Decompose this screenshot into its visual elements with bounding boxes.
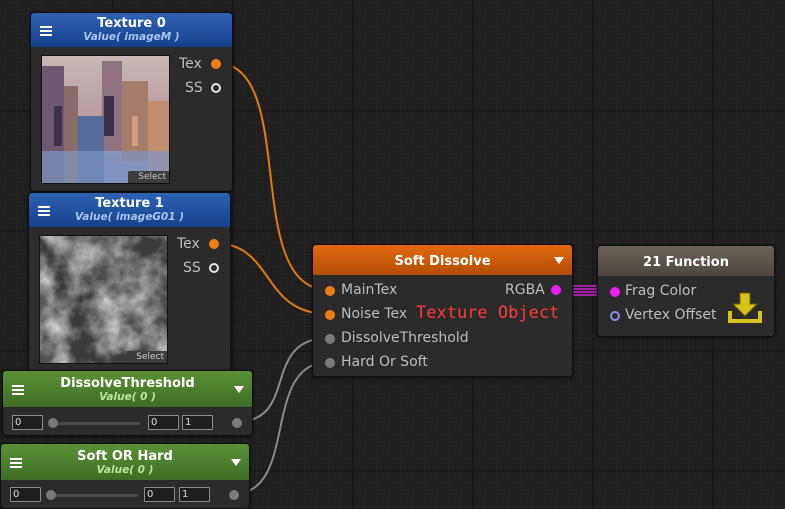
texture1-node[interactable]: Texture 1 Value( imageG01 ) Select Tex S… (28, 192, 231, 372)
rgba-output-label: RGBA (505, 282, 545, 298)
max-field[interactable]: 1 (182, 415, 213, 430)
texture0-select-button[interactable]: Select (128, 171, 169, 183)
download-tray-icon[interactable] (727, 291, 763, 325)
soft-or-hard-node[interactable]: Soft OR Hard Value( 0 ) 0 0 1 (0, 443, 250, 509)
node-subtitle: Value( imageG01 ) (75, 211, 184, 223)
slider-thumb[interactable] (46, 490, 56, 500)
softorhard-output-port[interactable] (229, 490, 239, 500)
node-title: Texture 1 (95, 196, 164, 211)
texture1-header[interactable]: Texture 1 Value( imageG01 ) (29, 193, 230, 227)
hardorsoft-input-label: Hard Or Soft (341, 354, 428, 370)
node-title: Soft OR Hard (77, 449, 173, 464)
min-field[interactable]: 0 (148, 415, 179, 430)
hamburger-icon[interactable] (10, 458, 22, 470)
city-painting-image (42, 56, 169, 183)
slider-track[interactable] (49, 422, 140, 425)
function-output-node[interactable]: 21 Function Frag Color Vertex Offset (597, 245, 775, 337)
hardorsoft-input-port[interactable] (325, 358, 335, 368)
dissolvethreshold-input-label: DissolveThreshold (341, 330, 469, 346)
hamburger-icon[interactable] (40, 26, 52, 38)
node-subtitle: Value( 0 ) (99, 391, 156, 403)
value-field[interactable]: 0 (12, 415, 43, 430)
min-field[interactable]: 0 (144, 487, 175, 502)
tex-output-label: Tex (179, 56, 202, 72)
tex-output-label: Tex (177, 236, 200, 252)
slider-track[interactable] (47, 494, 138, 497)
maintex-input-label: MainTex (341, 282, 398, 298)
value-field[interactable]: 0 (10, 487, 41, 502)
threshold-output-port[interactable] (232, 418, 242, 428)
node-title: DissolveThreshold (60, 376, 195, 391)
triangle-down-icon[interactable] (554, 257, 564, 264)
soft-dissolve-header[interactable]: Soft Dissolve (313, 245, 572, 275)
node-title: 21 Function (643, 255, 729, 270)
texture1-preview: Select (39, 235, 168, 364)
max-field[interactable]: 1 (179, 487, 210, 502)
maintex-input-port[interactable] (325, 286, 335, 296)
texture0-ss-port[interactable] (211, 83, 221, 93)
node-subtitle: Value( imageM ) (83, 31, 180, 43)
dissolve-threshold-header[interactable]: DissolveThreshold Value( 0 ) (3, 371, 252, 407)
rgba-output-port[interactable] (551, 285, 561, 295)
texture1-select-button[interactable]: Select (126, 351, 167, 363)
noisetex-input-port[interactable] (325, 310, 335, 320)
texture1-ss-port[interactable] (209, 263, 219, 273)
vertexoffset-input-label: Vertex Offset (625, 307, 717, 323)
texture0-header[interactable]: Texture 0 Value( imageM ) (31, 13, 232, 47)
soft-or-hard-header[interactable]: Soft OR Hard Value( 0 ) (1, 444, 249, 480)
texture0-tex-port[interactable] (211, 59, 221, 69)
fragcolor-input-label: Frag Color (625, 283, 697, 299)
node-subtitle: Value( 0 ) (96, 464, 154, 476)
ss-output-label: SS (183, 260, 201, 276)
node-title: Texture 0 (97, 16, 166, 31)
node-title: Soft Dissolve (394, 254, 491, 269)
texture0-node[interactable]: Texture 0 Value( imageM ) Select Tex SS (30, 12, 233, 192)
fragcolor-input-port[interactable] (610, 287, 620, 297)
hamburger-icon[interactable] (38, 206, 50, 218)
triangle-down-icon[interactable] (231, 459, 241, 466)
function-header[interactable]: 21 Function (598, 246, 774, 276)
dissolve-threshold-node[interactable]: DissolveThreshold Value( 0 ) 0 0 1 (2, 370, 253, 436)
vertexoffset-input-port[interactable] (610, 311, 620, 321)
hamburger-icon[interactable] (12, 385, 24, 397)
texture0-preview: Select (41, 55, 170, 184)
dissolvethreshold-input-port[interactable] (325, 334, 335, 344)
noisetex-input-label: Noise Tex (341, 306, 408, 322)
triangle-down-icon[interactable] (234, 386, 244, 393)
slider-thumb[interactable] (48, 418, 58, 428)
noise-cloud-image (40, 236, 167, 363)
texture1-tex-port[interactable] (209, 239, 219, 249)
ss-output-label: SS (185, 80, 203, 96)
texture-object-annotation: Texture Object (416, 303, 560, 323)
